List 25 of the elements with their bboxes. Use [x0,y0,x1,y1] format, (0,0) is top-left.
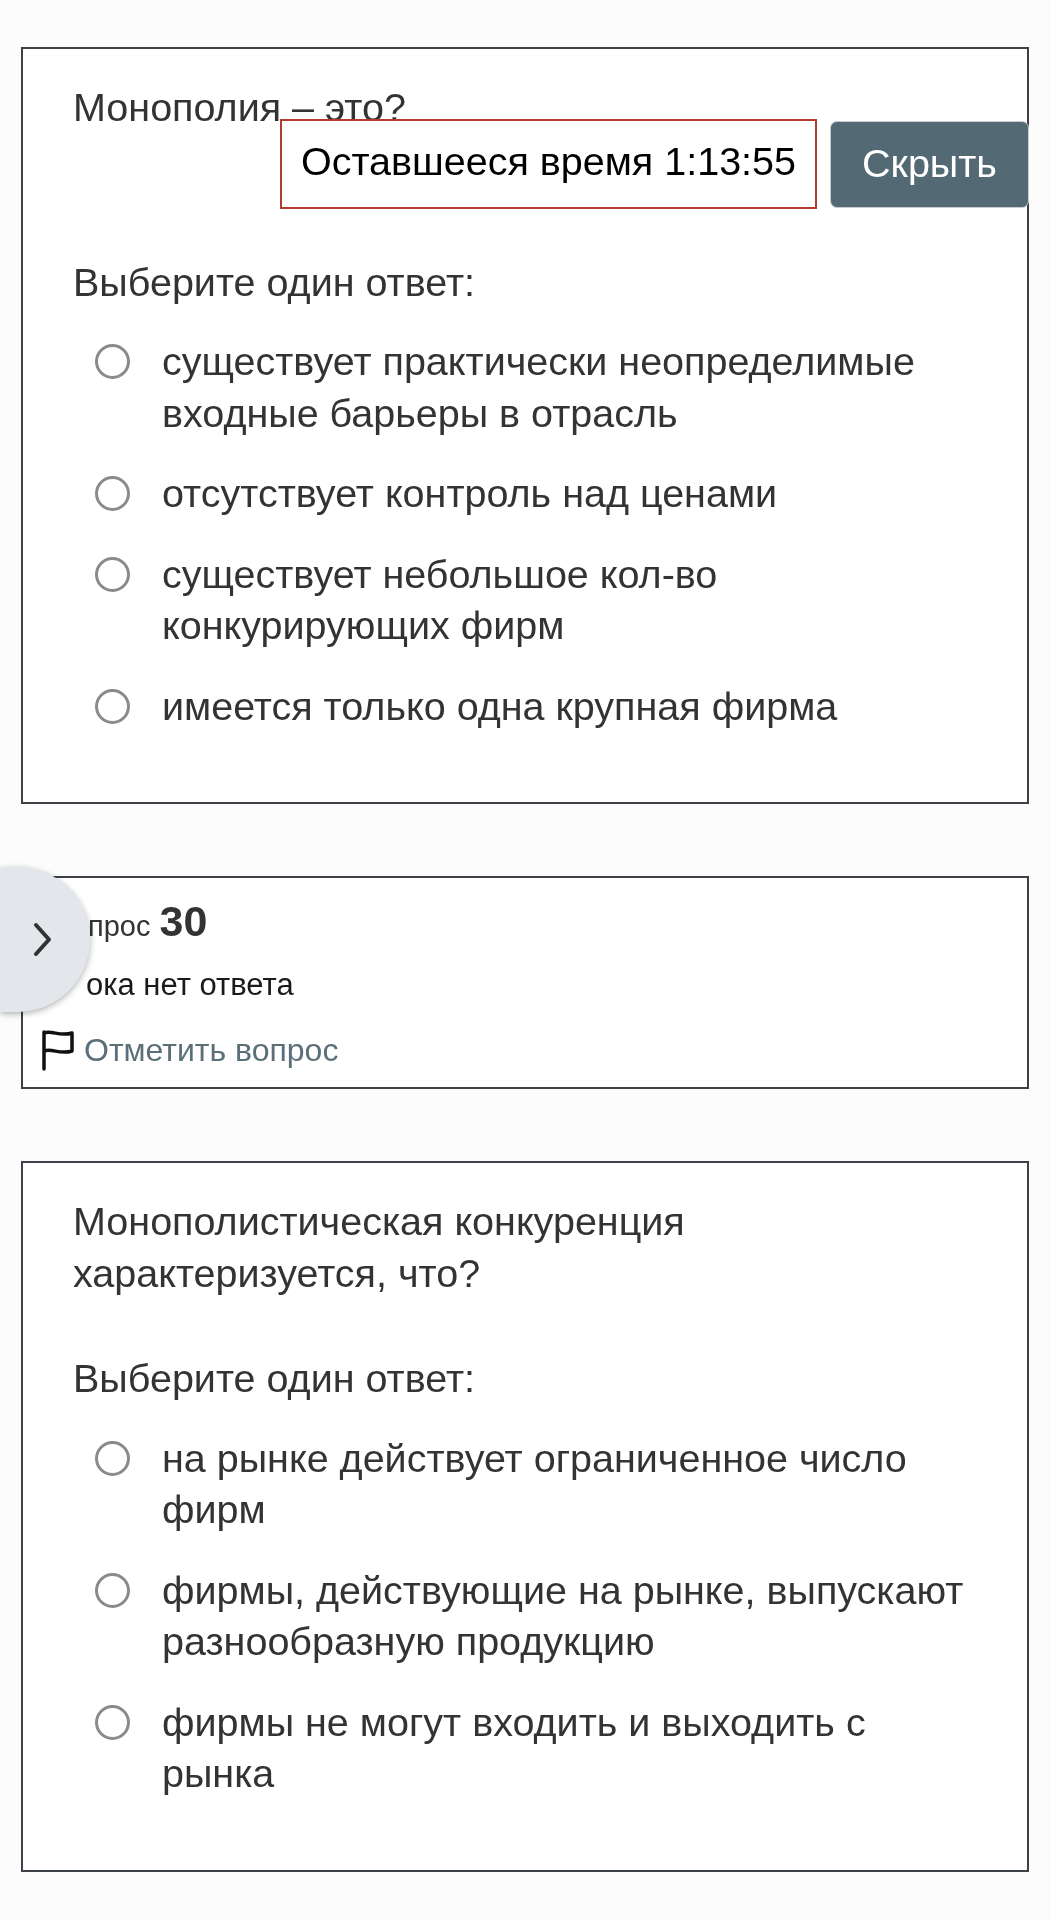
answer-option-label[interactable]: имеется только одна крупная фирма [162,680,978,732]
question-text: Монополистическая конкуренция характеризуется, что? [73,1198,686,1297]
hide-timer-button[interactable]: Скрыть [830,120,1029,208]
radio-button[interactable] [95,1572,130,1608]
answer-option-label[interactable]: существует практически неопределимые входные барьеры в отрасль [162,336,978,439]
radio-button[interactable] [95,556,130,592]
answer-prompt: Выберите один ответ: [73,258,476,306]
answer-status: ока нет ответа [86,966,294,1004]
answer-prompt: Выберите один ответ: [73,1355,476,1402]
answer-option-label[interactable]: фирмы не могут входить и выходить с рынка [162,1696,978,1800]
question-label: прос [88,909,151,944]
question-number: 30 [159,896,208,946]
answer-option-label[interactable]: фирмы, действующие на рынке, выпускают разнообразную продукцию [162,1564,978,1668]
flag-icon [40,1029,76,1071]
radio-button[interactable] [95,1440,130,1476]
answer-option-label[interactable]: отсутствует контроль над ценами [162,468,978,520]
chevron-right-icon [33,922,52,957]
answer-option-label[interactable]: существует небольшое кол-во конкурирующих фирм [162,548,978,652]
radio-button[interactable] [95,1704,130,1740]
radio-button[interactable] [95,476,130,511]
radio-button[interactable] [95,688,130,724]
radio-button[interactable] [95,344,130,379]
flag-question-link[interactable]: Отметить вопрос [84,1028,339,1072]
answer-option-label[interactable]: на рынке действует ограниченное число фирм [162,1432,978,1536]
time-remaining-box: Оставшееся время 1:13:55 [280,119,817,209]
